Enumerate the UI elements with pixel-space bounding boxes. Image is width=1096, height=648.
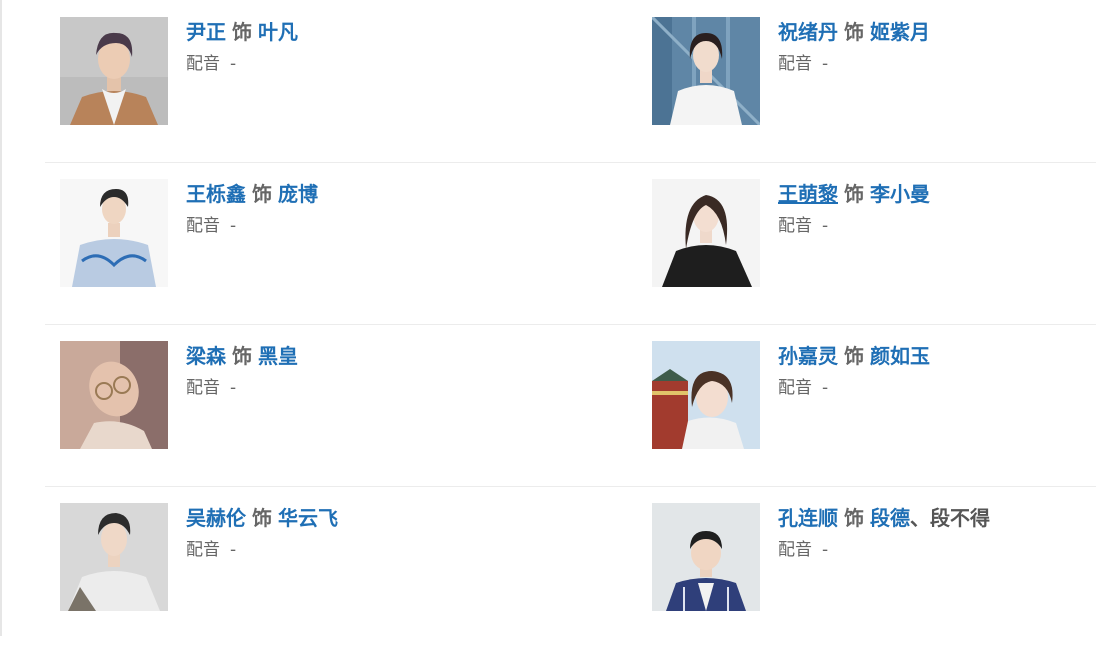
actor-name-link[interactable]: 孙嘉灵 bbox=[778, 344, 838, 368]
cast-row: 尹正饰叶凡 配音 - 祝绪丹 饰 姬紫月 配音 - bbox=[45, 0, 1096, 163]
actor-name-link[interactable]: 王萌黎 bbox=[778, 182, 838, 206]
role-name-link[interactable]: 叶凡 bbox=[258, 20, 298, 44]
role-name-link[interactable]: 庞博 bbox=[278, 182, 318, 206]
cast-row: 吴赫伦饰华云飞 配音 - 孔连顺 饰 段德、段不得 配音 - bbox=[45, 486, 1096, 648]
actor-name-link[interactable]: 尹正 bbox=[186, 20, 226, 44]
dub-value: - bbox=[822, 54, 829, 74]
role-separator: 、 bbox=[910, 506, 930, 530]
role-name-link[interactable]: 颜如玉 bbox=[870, 344, 930, 368]
actor-photo[interactable] bbox=[60, 179, 168, 287]
actor-name-link[interactable]: 孔连顺 bbox=[778, 506, 838, 530]
actor-name-link[interactable]: 梁森 bbox=[186, 344, 226, 368]
role-name: 段不得 bbox=[930, 506, 990, 530]
dub-label: 配音 bbox=[778, 540, 812, 560]
role-name-link[interactable]: 段德 bbox=[870, 506, 910, 530]
actor-name-link[interactable]: 吴赫伦 bbox=[186, 506, 246, 530]
actor-name-link[interactable]: 王栎鑫 bbox=[186, 182, 246, 206]
dub-label: 配音 bbox=[186, 378, 220, 398]
dub-value: - bbox=[230, 54, 237, 74]
dub-value: - bbox=[230, 378, 237, 398]
as-label: 饰 bbox=[232, 344, 252, 368]
actor-photo[interactable] bbox=[652, 503, 760, 611]
cast-list: 尹正饰叶凡 配音 - 祝绪丹 饰 姬紫月 配音 - 王栎鑫 饰 庞博 配音 - … bbox=[0, 0, 1096, 636]
dub-value: - bbox=[230, 216, 237, 236]
as-label: 饰 bbox=[232, 20, 252, 44]
cast-item: 王萌黎饰李小曼 配音 - bbox=[652, 178, 1096, 288]
dub-label: 配音 bbox=[778, 54, 812, 74]
cast-item: 尹正饰叶凡 配音 - bbox=[60, 16, 620, 126]
role-name-link[interactable]: 李小曼 bbox=[870, 182, 930, 206]
as-label: 饰 bbox=[844, 506, 864, 530]
actor-photo[interactable] bbox=[652, 179, 760, 287]
actor-photo[interactable] bbox=[60, 17, 168, 125]
dub-label: 配音 bbox=[778, 378, 812, 398]
actor-photo[interactable] bbox=[60, 341, 168, 449]
cast-item: 吴赫伦饰华云飞 配音 - bbox=[60, 502, 620, 612]
dub-label: 配音 bbox=[778, 216, 812, 236]
cast-item: 梁森饰黑皇 配音 - bbox=[60, 340, 620, 450]
as-label: 饰 bbox=[844, 182, 864, 206]
dub-value: - bbox=[822, 378, 829, 398]
cast-item: 王栎鑫饰庞博 配音 - bbox=[60, 178, 620, 288]
cast-item: 孙嘉灵饰颜如玉 配音 - bbox=[652, 340, 1096, 450]
role-name-link[interactable]: 华云飞 bbox=[278, 506, 338, 530]
cast-item: 孔连顺饰段德、段不得 配音 - bbox=[652, 502, 1096, 612]
dub-label: 配音 bbox=[186, 216, 220, 236]
actor-photo[interactable] bbox=[652, 17, 760, 125]
dub-value: - bbox=[822, 540, 829, 560]
cast-row: 王栎鑫饰庞博 配音 - 王萌黎饰李小曼 配音 - bbox=[45, 162, 1096, 325]
dub-label: 配音 bbox=[186, 540, 220, 560]
as-label: 饰 bbox=[252, 506, 272, 530]
as-label: 饰 bbox=[252, 182, 272, 206]
actor-photo[interactable] bbox=[652, 341, 760, 449]
as-label: 饰 bbox=[844, 344, 864, 368]
cast-item: 祝绪丹饰姬紫月 配音 - bbox=[652, 16, 1096, 126]
as-label: 饰 bbox=[844, 20, 864, 44]
actor-photo[interactable] bbox=[60, 503, 168, 611]
role-name-link[interactable]: 姬紫月 bbox=[870, 20, 930, 44]
actor-name-link[interactable]: 祝绪丹 bbox=[778, 20, 838, 44]
cast-row: 梁森饰黑皇 配音 - 孙嘉灵 饰 颜如玉 配音 - bbox=[45, 324, 1096, 487]
dub-value: - bbox=[822, 216, 829, 236]
role-name-link[interactable]: 黑皇 bbox=[258, 344, 298, 368]
dub-value: - bbox=[230, 540, 237, 560]
dub-label: 配音 bbox=[186, 54, 220, 74]
